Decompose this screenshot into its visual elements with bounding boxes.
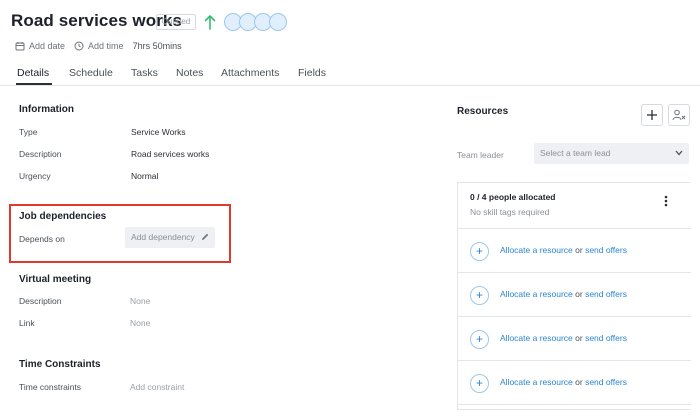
or-text: or bbox=[575, 333, 583, 343]
allocate-resource-link[interactable]: Allocate a resource bbox=[500, 245, 573, 255]
tab-schedule[interactable]: Schedule bbox=[69, 67, 113, 79]
add-slot-button[interactable]: + bbox=[470, 242, 489, 261]
add-dependency-button[interactable]: Add dependency bbox=[125, 227, 215, 248]
meeting-link-value[interactable]: None bbox=[130, 318, 150, 328]
tab-tasks[interactable]: Tasks bbox=[131, 67, 158, 79]
description-value: Road services works bbox=[131, 149, 210, 159]
chevron-down-icon bbox=[675, 150, 683, 156]
type-value: Service Works bbox=[131, 127, 186, 137]
calendar-icon bbox=[15, 42, 25, 51]
add-time-label: Add time bbox=[88, 41, 124, 51]
resource-slot: + Allocate a resource or send offers bbox=[458, 229, 691, 273]
or-text: or bbox=[575, 245, 583, 255]
resources-heading: Resources bbox=[457, 106, 509, 117]
resource-slot: + Allocate a resource or send offers bbox=[458, 317, 691, 361]
add-time-button[interactable]: Add time bbox=[74, 41, 124, 51]
team-leader-label: Team leader bbox=[457, 150, 504, 160]
tab-attachments[interactable]: Attachments bbox=[221, 67, 279, 79]
allocate-resource-link[interactable]: Allocate a resource bbox=[500, 289, 573, 299]
depends-on-label: Depends on bbox=[19, 234, 65, 244]
add-date-button[interactable]: Add date bbox=[15, 41, 65, 51]
meeting-description-label: Description bbox=[19, 296, 62, 306]
allocation-count: 0 / 4 people allocated bbox=[470, 192, 556, 202]
resource-slot: + Allocate a resource or send offers bbox=[458, 361, 691, 405]
job-header: Road services works Queued Add date Add … bbox=[0, 0, 700, 86]
virtual-meeting-heading: Virtual meeting bbox=[19, 274, 92, 285]
team-leader-select[interactable]: Select a team lead bbox=[534, 143, 689, 164]
remove-user-button[interactable] bbox=[668, 104, 690, 126]
send-offers-link[interactable]: send offers bbox=[585, 377, 627, 387]
tab-details[interactable]: Details bbox=[17, 67, 49, 79]
allocation-summary: 0 / 4 people allocated No skill tags req… bbox=[458, 183, 691, 229]
urgency-label: Urgency bbox=[19, 171, 51, 181]
urgency-value: Normal bbox=[131, 171, 159, 181]
kebab-menu-icon[interactable] bbox=[664, 195, 668, 207]
status-badge: Queued bbox=[156, 14, 196, 30]
user-remove-icon bbox=[672, 109, 686, 121]
active-tab-indicator bbox=[16, 83, 52, 85]
add-constraint-button[interactable]: Add constraint bbox=[130, 382, 184, 392]
job-dependencies-heading: Job dependencies bbox=[19, 211, 107, 222]
meeting-link-label: Link bbox=[19, 318, 35, 328]
send-offers-link[interactable]: send offers bbox=[585, 333, 627, 343]
arrow-up-icon[interactable] bbox=[203, 13, 217, 31]
resource-slot-text: Allocate a resource or send offers bbox=[500, 333, 627, 343]
time-constraints-label: Time constraints bbox=[19, 382, 82, 392]
add-slot-button[interactable]: + bbox=[470, 286, 489, 305]
pencil-icon bbox=[202, 233, 209, 240]
or-text: or bbox=[575, 289, 583, 299]
clock-icon bbox=[74, 41, 84, 51]
avatar[interactable] bbox=[269, 13, 287, 31]
tab-fields[interactable]: Fields bbox=[298, 67, 326, 79]
time-constraints-heading: Time Constraints bbox=[19, 359, 101, 370]
resource-slot-text: Allocate a resource or send offers bbox=[500, 289, 627, 299]
resource-slot: + Allocate a resource or send offers bbox=[458, 273, 691, 317]
add-resource-button[interactable] bbox=[641, 104, 663, 126]
team-leader-placeholder: Select a team lead bbox=[540, 148, 611, 158]
type-label: Type bbox=[19, 127, 38, 137]
add-date-label: Add date bbox=[29, 41, 66, 51]
allocate-resource-link[interactable]: Allocate a resource bbox=[500, 333, 573, 343]
add-slot-button[interactable]: + bbox=[470, 330, 489, 349]
or-text: or bbox=[575, 377, 583, 387]
information-heading: Information bbox=[19, 104, 74, 115]
send-offers-link[interactable]: send offers bbox=[585, 245, 627, 255]
allocate-resource-link[interactable]: Allocate a resource bbox=[500, 377, 573, 387]
send-offers-link[interactable]: send offers bbox=[585, 289, 627, 299]
add-dependency-label: Add dependency bbox=[131, 232, 195, 242]
meeting-description-value[interactable]: None bbox=[130, 296, 150, 306]
resource-slot-text: Allocate a resource or send offers bbox=[500, 377, 627, 387]
add-slot-button[interactable]: + bbox=[470, 374, 489, 393]
resources-panel: 0 / 4 people allocated No skill tags req… bbox=[457, 182, 691, 410]
duration-text: 7hrs 50mins bbox=[132, 41, 182, 51]
tab-notes[interactable]: Notes bbox=[176, 67, 203, 79]
plus-icon bbox=[647, 110, 657, 120]
tab-bar: Details Schedule Tasks Notes Attachments… bbox=[0, 64, 700, 86]
description-label: Description bbox=[19, 149, 62, 159]
resource-slot-text: Allocate a resource or send offers bbox=[500, 245, 627, 255]
skill-tags-text: No skill tags required bbox=[470, 207, 550, 217]
meta-row: Add date Add time 7hrs 50mins bbox=[15, 39, 182, 53]
